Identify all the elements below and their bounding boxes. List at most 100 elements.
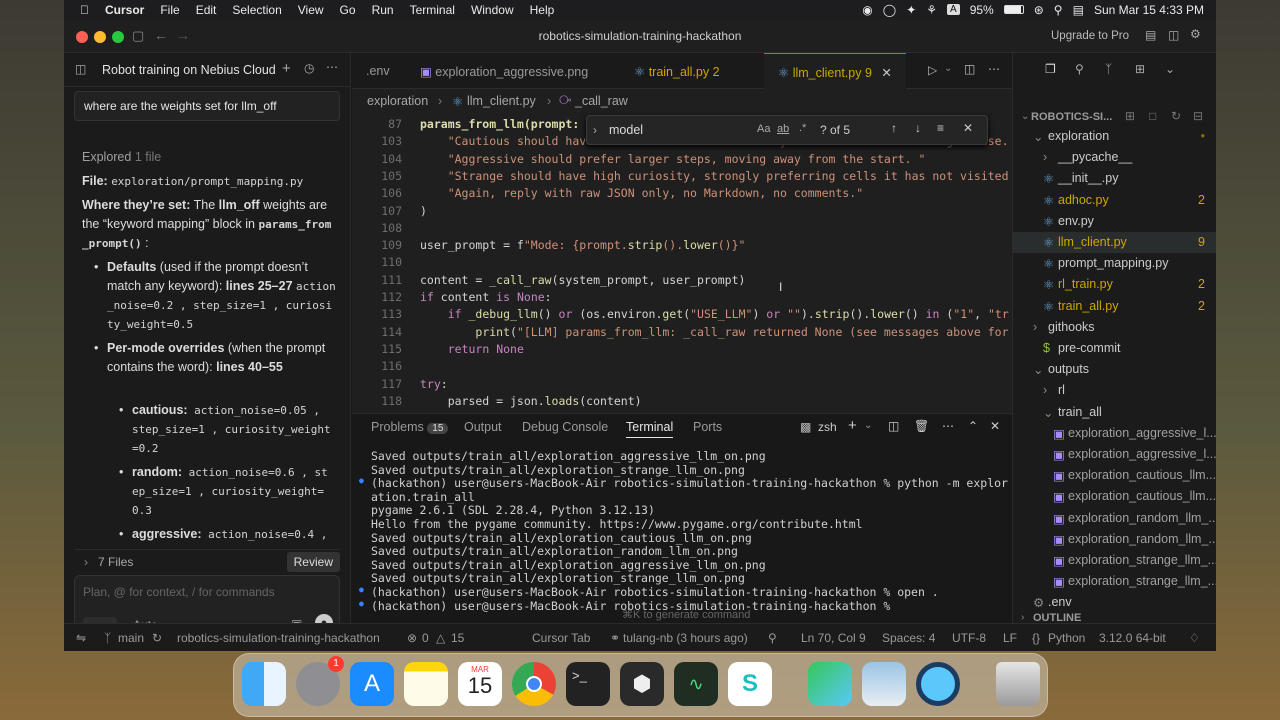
tree-item[interactable]: ▣ exploration_random_llm_... bbox=[1013, 529, 1216, 550]
shell-name[interactable]: zsh bbox=[818, 420, 837, 434]
code-editor[interactable]: 87 params_from_llm(prompt: 103 "Cautious … bbox=[352, 113, 1012, 413]
source-control-icon[interactable]: ᛉ bbox=[1105, 62, 1112, 76]
match-word-icon[interactable]: ab bbox=[777, 123, 789, 135]
tree-item[interactable]: ▣ exploration_cautious_llm... bbox=[1013, 465, 1216, 486]
files-icon[interactable]: ❐ bbox=[1045, 62, 1056, 76]
notes-icon[interactable] bbox=[404, 662, 448, 706]
chevron-down-icon[interactable]: ⌄ bbox=[864, 420, 872, 431]
warning-count[interactable]: 15 bbox=[451, 631, 464, 645]
explorer-root[interactable]: ROBOTICS-SI... bbox=[1031, 111, 1112, 123]
chat-tab-title[interactable]: Robot training on Nebius Cloud bbox=[102, 63, 276, 77]
cursor-tab-status[interactable]: Cursor Tab bbox=[532, 631, 590, 645]
new-folder-icon[interactable]: □ bbox=[1149, 109, 1156, 123]
menu-run[interactable]: Run bbox=[364, 3, 402, 17]
tree-item[interactable]: ▣ exploration_strange_llm_... bbox=[1013, 571, 1216, 592]
code-line[interactable]: return None bbox=[420, 342, 524, 356]
tab-problems[interactable]: Problems 15 bbox=[371, 420, 449, 434]
tree-item[interactable]: ⚛ env.py bbox=[1013, 211, 1216, 232]
tab-llm-client[interactable]: ⚛ llm_client.py 9 ✕ bbox=[764, 53, 906, 89]
tree-item[interactable]: ⌄ exploration • bbox=[1013, 126, 1216, 147]
tab-ports[interactable]: Ports bbox=[693, 420, 722, 434]
code-line[interactable]: "Aggressive should prefer larger steps, … bbox=[420, 152, 926, 166]
tab-output[interactable]: Output bbox=[464, 420, 502, 434]
code-line[interactable]: try: bbox=[420, 377, 448, 391]
code-line[interactable]: "Strange should have high curiosity, str… bbox=[420, 169, 1009, 183]
figure-icon[interactable]: ⚘ bbox=[926, 3, 937, 17]
preview-icon[interactable] bbox=[862, 662, 906, 706]
cursor-app-icon[interactable]: ⬢ bbox=[620, 662, 664, 706]
wifi-icon[interactable]: ⊛ bbox=[1034, 3, 1044, 17]
close-panel-icon[interactable]: ✕ bbox=[990, 419, 1000, 433]
tree-item[interactable]: ▣ exploration_aggressive_l... bbox=[1013, 444, 1216, 465]
app-store-icon[interactable]: A bbox=[350, 662, 394, 706]
maximize-panel-icon[interactable]: ⌃ bbox=[968, 419, 978, 433]
tree-item[interactable]: ▣ exploration_strange_llm_... bbox=[1013, 550, 1216, 571]
chevron-down-icon[interactable]: ⌄ bbox=[1165, 62, 1175, 76]
system-settings-icon[interactable]: 1 bbox=[296, 656, 344, 706]
control-center-icon[interactable]: ▤ bbox=[1073, 3, 1084, 17]
keyboard-a-icon[interactable]: A bbox=[947, 4, 960, 15]
git-blame[interactable]: tulang-nb (3 hours ago) bbox=[623, 631, 748, 645]
tree-item[interactable]: $ pre-commit bbox=[1013, 338, 1216, 359]
maps-icon[interactable] bbox=[808, 662, 852, 706]
collapse-all-icon[interactable]: ⊟ bbox=[1193, 109, 1203, 123]
code-line[interactable]: if _debug_llm() or (os.environ.get("USE_… bbox=[420, 307, 1009, 321]
tree-item[interactable]: ⌄ train_all bbox=[1013, 402, 1216, 423]
shield-icon[interactable]: ◯ bbox=[883, 3, 896, 17]
refresh-icon[interactable]: ↻ bbox=[1171, 109, 1181, 123]
menu-file[interactable]: File bbox=[152, 3, 187, 17]
python-interpreter[interactable]: 3.12.0 64-bit bbox=[1099, 631, 1166, 645]
find-input[interactable]: model bbox=[609, 123, 643, 137]
tree-item[interactable]: ▣ exploration_cautious_llm... bbox=[1013, 486, 1216, 507]
split-terminal-icon[interactable]: ◫ bbox=[888, 419, 899, 433]
new-terminal-icon[interactable]: + bbox=[848, 417, 857, 434]
chevron-right-icon[interactable]: › bbox=[84, 555, 88, 569]
tab-exploration-aggressive[interactable]: ▣ exploration_aggressive.png bbox=[406, 53, 602, 89]
find-in-selection-icon[interactable]: ≡ bbox=[937, 121, 944, 135]
trash-dock-icon[interactable] bbox=[996, 662, 1040, 706]
tree-item[interactable]: ⌄ outputs bbox=[1013, 359, 1216, 380]
review-button[interactable]: Review bbox=[286, 552, 340, 572]
code-line[interactable]: if content is None: bbox=[420, 290, 552, 304]
code-line[interactable]: content = _call_raw(system_prompt, user_… bbox=[420, 273, 745, 287]
run-icon[interactable]: ▷ bbox=[928, 63, 937, 77]
tree-item[interactable]: ⚛ __init__.py bbox=[1013, 168, 1216, 189]
tree-item[interactable]: ⚛ rl_train.py 2 bbox=[1013, 274, 1216, 295]
match-case-icon[interactable]: Aa bbox=[757, 123, 770, 135]
tab-env[interactable]: .env bbox=[352, 53, 404, 89]
panel-more-icon[interactable]: ⋯ bbox=[942, 419, 954, 433]
settings-gear-icon[interactable]: ⚙ bbox=[1190, 27, 1201, 41]
quicktime-icon[interactable] bbox=[916, 662, 960, 706]
user-question[interactable]: where are the weights set for llm_off bbox=[74, 91, 340, 121]
tree-item[interactable]: ⚙ .env bbox=[1013, 592, 1216, 613]
record-icon[interactable]: ◉ bbox=[862, 3, 872, 17]
next-match-icon[interactable]: ↓ bbox=[915, 121, 921, 135]
project-name[interactable]: robotics-simulation-training-hackathon bbox=[177, 631, 380, 645]
encoding[interactable]: UTF-8 bbox=[952, 631, 986, 645]
code-line[interactable]: ) bbox=[420, 204, 427, 218]
menu-terminal[interactable]: Terminal bbox=[402, 3, 463, 17]
menu-go[interactable]: Go bbox=[332, 3, 364, 17]
tree-item[interactable]: ⚛ adhoc.py 2 bbox=[1013, 190, 1216, 211]
tab-train-all[interactable]: ⚛ train_all.py 2 bbox=[620, 53, 734, 89]
notification-bell-icon[interactable]: ♢ bbox=[1189, 631, 1200, 645]
toggle-replace-icon[interactable]: › bbox=[593, 123, 597, 137]
tree-item[interactable]: › __pycache__ bbox=[1013, 147, 1216, 168]
search-icon[interactable]: ⚲ bbox=[1054, 3, 1063, 17]
code-line[interactable]: print("[LLM] params_from_llm: _call_raw … bbox=[420, 325, 1008, 339]
more-icon[interactable]: ⋯ bbox=[326, 60, 338, 74]
tab-debug-console[interactable]: Debug Console bbox=[522, 420, 608, 434]
sidebar-toggle-icon[interactable]: ◫ bbox=[75, 62, 86, 76]
line-ending[interactable]: LF bbox=[1003, 631, 1017, 645]
sparkle-icon[interactable]: ✦ bbox=[906, 3, 916, 17]
zoom-icon[interactable]: ⚲ bbox=[768, 631, 777, 645]
cursor-position[interactable]: Ln 70, Col 9 bbox=[801, 631, 866, 645]
finder-icon[interactable] bbox=[242, 662, 286, 706]
search-icon[interactable]: ⚲ bbox=[1075, 62, 1084, 76]
code-line[interactable]: parsed = json.loads(content) bbox=[420, 394, 642, 408]
tree-item[interactable]: ▣ exploration_aggressive_l... bbox=[1013, 423, 1216, 444]
menu-help[interactable]: Help bbox=[522, 3, 563, 17]
branch-icon[interactable]: ᛉ bbox=[104, 631, 111, 645]
git-branch[interactable]: main bbox=[118, 631, 144, 645]
surfshark-icon[interactable]: S bbox=[728, 662, 772, 706]
